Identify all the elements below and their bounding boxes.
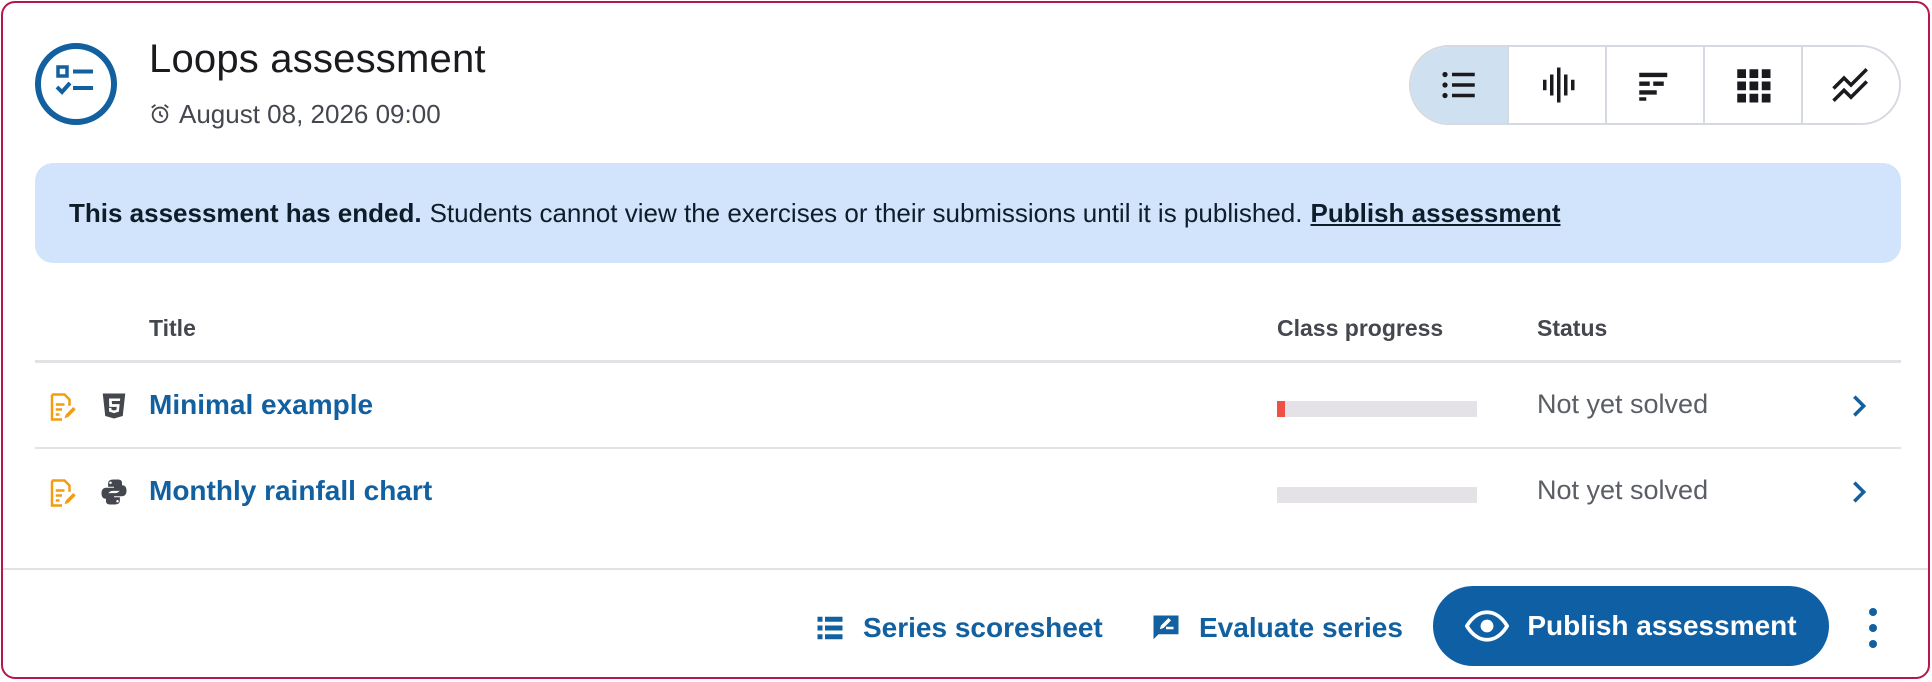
exercise-status: Not yet solved [1537,389,1709,419]
eye-icon [1465,610,1510,642]
exercise-title-link[interactable]: Monthly rainfall chart [149,475,432,507]
publish-assessment-button[interactable]: Publish assessment [1433,586,1829,666]
publish-assessment-label: Publish assessment [1527,610,1797,641]
view-list-button[interactable] [1411,47,1509,123]
checklist-icon [35,43,117,125]
trend-icon [1832,68,1868,102]
alarm-icon [151,104,169,124]
view-trend-button[interactable] [1803,47,1899,123]
chevron-right-icon[interactable] [1845,391,1873,421]
evaluate-series-button[interactable]: Evaluate series [1151,604,1403,652]
bar-sort-icon [1639,72,1668,101]
chevron-right-icon[interactable] [1845,477,1873,507]
alert-strong-text: This assessment has ended. [69,197,422,228]
edit-document-icon [50,393,76,421]
edit-document-icon [50,479,76,507]
table-header: Title Class progress Status [35,293,1901,363]
class-progress-fill [1277,401,1285,417]
alert-publish-link[interactable]: Publish assessment [1310,198,1560,229]
deadline-date: August 08, 2026 09:00 [179,98,441,129]
evaluate-series-label: Evaluate series [1199,612,1403,643]
exercise-status: Not yet solved [1537,475,1709,505]
class-progress-bar [1277,401,1477,417]
assessment-card: Loops assessment August 08, 2026 09:00 T… [1,1,1930,679]
series-scoresheet-button[interactable]: Series scoresheet [815,604,1103,652]
html5-icon [102,393,126,419]
view-toggle [1409,45,1901,125]
page-title: Loops assessment [149,37,486,81]
view-grid-button[interactable] [1705,47,1803,123]
column-header-progress: Class progress [1277,315,1444,341]
deadline: August 08, 2026 09:00 [149,99,441,129]
more-options-icon[interactable] [1861,608,1885,648]
table-row[interactable]: Minimal example Not yet solved [35,363,1901,449]
grid-icon [1737,69,1771,103]
view-waveform-button[interactable] [1509,47,1607,123]
table-list-icon [817,616,843,640]
assessment-ended-alert: This assessment has ended. Students cann… [35,163,1901,263]
column-header-title: Title [149,315,196,341]
alert-message: Students cannot view the exercises or th… [429,197,1303,228]
waveform-icon [1543,67,1575,103]
series-scoresheet-label: Series scoresheet [863,612,1103,643]
table-row[interactable]: Monthly rainfall chart Not yet solved [35,449,1901,535]
list-icon [1442,71,1475,99]
card-footer: Series scoresheet Evaluate series Publis… [3,568,1928,677]
python-icon [101,479,127,505]
rate-review-icon [1153,615,1179,640]
column-header-status: Status [1537,315,1608,341]
exercise-table: Title Class progress Status Minimal exam… [35,293,1901,535]
exercise-title-link[interactable]: Minimal example [149,389,373,421]
assessment-header: Loops assessment August 08, 2026 09:00 [3,3,1928,163]
class-progress-bar [1277,487,1477,503]
view-bar-sort-button[interactable] [1607,47,1705,123]
